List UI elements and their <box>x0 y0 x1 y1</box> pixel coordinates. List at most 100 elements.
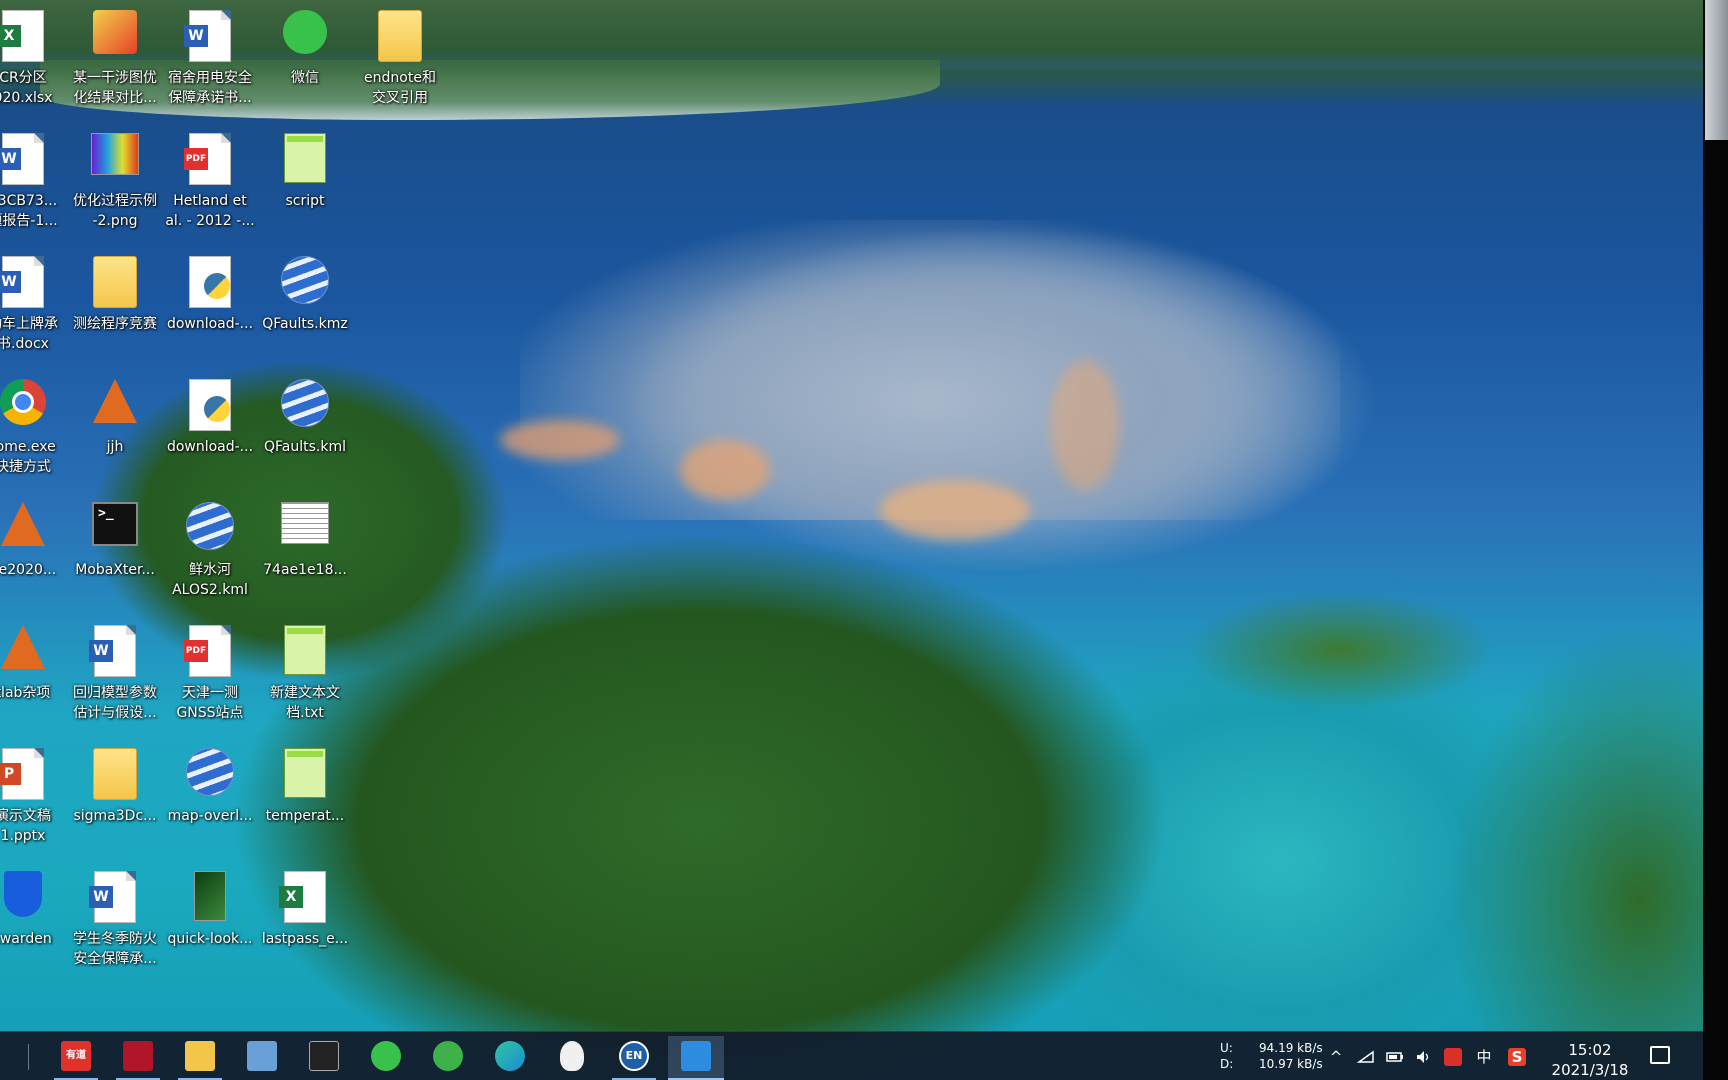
desktop-icon-label: 优化过程示例 -2.png <box>73 193 157 229</box>
antivirus-tray-icon[interactable] <box>1444 1048 1462 1066</box>
word-badge: W <box>89 886 113 908</box>
volume-icon[interactable] <box>1414 1048 1432 1066</box>
desktop-icon-label: sigma3Dc... <box>73 808 157 824</box>
word-file-icon: W <box>0 133 44 185</box>
desktop-icon-label: 测绘程序竞赛 <box>73 316 157 332</box>
desktop-icon[interactable]: quick-look... <box>162 865 258 985</box>
desktop-icon[interactable]: 微信 <box>257 4 353 124</box>
taskbar-app-file-explorer[interactable] <box>172 1036 228 1080</box>
wechat-icon <box>371 1041 401 1071</box>
image-file-icon <box>281 502 329 544</box>
taskbar-app-qq[interactable] <box>544 1036 600 1080</box>
desktop-icon-label: 动车上牌承 书.docx <box>0 316 58 352</box>
desktop-icon[interactable]: twarden <box>0 865 71 985</box>
desktop-icon[interactable]: sigma3Dc... <box>67 742 163 862</box>
desktop-icon[interactable]: download-... <box>162 373 258 493</box>
desktop-icon-label: Hetland et al. - 2012 -... <box>165 193 255 229</box>
matlab-icon <box>1 625 45 669</box>
desktop-icon[interactable]: W 学生冬季防火 安全保障承... <box>67 865 163 985</box>
desktop-icon[interactable]: temperat... <box>257 742 353 862</box>
desktop-icon[interactable]: PDF 天津一测 GNSS站点 <box>162 619 258 739</box>
desktop-icon[interactable]: rome.exe 快捷方式 <box>0 373 71 493</box>
photos-icon <box>681 1041 711 1071</box>
app-icon <box>93 10 137 54</box>
desktop-icon-label: map-overl... <box>167 808 253 824</box>
desktop-icon-label: quick-look... <box>167 931 253 947</box>
desktop-icon[interactable]: de2020... <box>0 496 71 616</box>
wallpaper-sunlit-peak <box>680 440 770 500</box>
desktop-icon-label: QFaults.kmz <box>262 316 348 332</box>
taskbar-app-terminal[interactable] <box>296 1036 352 1080</box>
desktop-icon[interactable]: W 宿舍用电安全 保障承诺书... <box>162 4 258 124</box>
desktop-icon[interactable]: X CR分区 020.xlsx <box>0 4 71 124</box>
desktop-icon-label: lastpass_e... <box>261 931 349 947</box>
desktop-icon[interactable]: 鲜水河 ALOS2.kml <box>162 496 258 616</box>
wallpaper-sunlit-peak <box>500 420 620 460</box>
desktop-icon[interactable]: script <box>257 127 353 247</box>
taskbar-separator <box>28 1044 29 1070</box>
taskbar-app-network-computer[interactable] <box>234 1036 290 1080</box>
desktop-icon[interactable]: download-... <box>162 250 258 370</box>
tray-chevron-up-icon[interactable]: ^ <box>1327 1048 1345 1066</box>
desktop-icon-label: 学生冬季防火 安全保障承... <box>73 931 157 967</box>
desktop-icon[interactable]: W 13CB73... 题报告-1... <box>0 127 71 247</box>
desktop-icon[interactable]: P 演示文稿 1.pptx <box>0 742 71 862</box>
desktop-icon[interactable]: endnote和 交叉引用 <box>352 4 448 124</box>
word-file-icon: W <box>0 256 44 308</box>
excel-badge: X <box>0 25 21 47</box>
mendeley-icon <box>123 1041 153 1071</box>
clock-date: 2021/3/18 <box>1551 1061 1629 1079</box>
desktop-icon[interactable]: QFaults.kmz <box>257 250 353 370</box>
sogou-input-icon[interactable]: S <box>1508 1048 1526 1066</box>
desktop-icon-label: CR分区 020.xlsx <box>0 70 53 106</box>
notepad-file-icon <box>284 133 326 183</box>
desktop-icon[interactable]: W 回归模型参数 估计与假设... <box>67 619 163 739</box>
wallpaper-sunlit-peak <box>880 480 1030 540</box>
desktop-icon-label: 宿舍用电安全 保障承诺书... <box>168 70 252 106</box>
desktop-icon-label: tlab杂项 <box>0 685 51 701</box>
qq-icon <box>560 1041 584 1071</box>
desktop-icon-label: QFaults.kml <box>264 439 346 455</box>
desktop-icon[interactable]: PDF Hetland et al. - 2012 -... <box>162 127 258 247</box>
taskbar-app-360-browser[interactable] <box>420 1036 476 1080</box>
edge-icon <box>495 1041 525 1071</box>
word-badge: W <box>0 271 21 293</box>
desktop-icon[interactable]: W 动车上牌承 书.docx <box>0 250 71 370</box>
desktop-icon[interactable]: 某一干涉图优 化结果对比... <box>67 4 163 124</box>
desktop-icon[interactable]: X lastpass_e... <box>257 865 353 985</box>
wallpaper-mountain-reflection <box>520 220 1340 520</box>
desktop-icon[interactable]: 74ae1e18... <box>257 496 353 616</box>
taskbar-app-mendeley[interactable] <box>110 1036 166 1080</box>
file-explorer-icon <box>185 1041 215 1071</box>
pdf-file-icon: PDF <box>184 625 231 677</box>
desktop-icon[interactable]: 新建文本文 档.txt <box>257 619 353 739</box>
desktop-icon[interactable]: jjh <box>67 373 163 493</box>
taskbar-app-edge[interactable] <box>482 1036 538 1080</box>
notification-center-icon[interactable] <box>1650 1046 1670 1064</box>
youdao-dict-icon: 有道 <box>61 1041 91 1071</box>
desktop-icon[interactable]: >_ MobaXter... <box>67 496 163 616</box>
taskbar-clock[interactable]: 15:02 2021/3/18 <box>1540 1040 1640 1080</box>
network-computer-icon <box>247 1041 277 1071</box>
desktop-icon[interactable]: 测绘程序竞赛 <box>67 250 163 370</box>
wifi-icon[interactable] <box>1356 1048 1375 1066</box>
word-badge: W <box>184 25 208 47</box>
taskbar-app-language-en[interactable]: EN <box>606 1036 662 1080</box>
taskbar-app-photos[interactable] <box>668 1036 724 1080</box>
net-download-label: D: <box>1220 1057 1234 1071</box>
desktop-icon[interactable]: map-overl... <box>162 742 258 862</box>
screen-edge-strip <box>1703 0 1728 1080</box>
battery-icon[interactable] <box>1386 1048 1404 1066</box>
taskbar-app-youdao[interactable]: 有道 <box>48 1036 104 1080</box>
image-file-icon <box>91 133 139 175</box>
powerpoint-file-icon: P <box>0 748 44 800</box>
taskbar-app-wechat[interactable] <box>358 1036 414 1080</box>
language-en-icon: EN <box>619 1041 649 1071</box>
folder-icon <box>93 748 137 800</box>
desktop-icon[interactable]: tlab杂项 <box>0 619 71 739</box>
desktop-icon[interactable]: 优化过程示例 -2.png <box>67 127 163 247</box>
word-badge: W <box>0 148 21 170</box>
ime-chinese-indicator[interactable]: 中 <box>1475 1048 1493 1066</box>
desktop-icon[interactable]: QFaults.kml <box>257 373 353 493</box>
desktop-icon-label: jjh <box>106 439 124 455</box>
